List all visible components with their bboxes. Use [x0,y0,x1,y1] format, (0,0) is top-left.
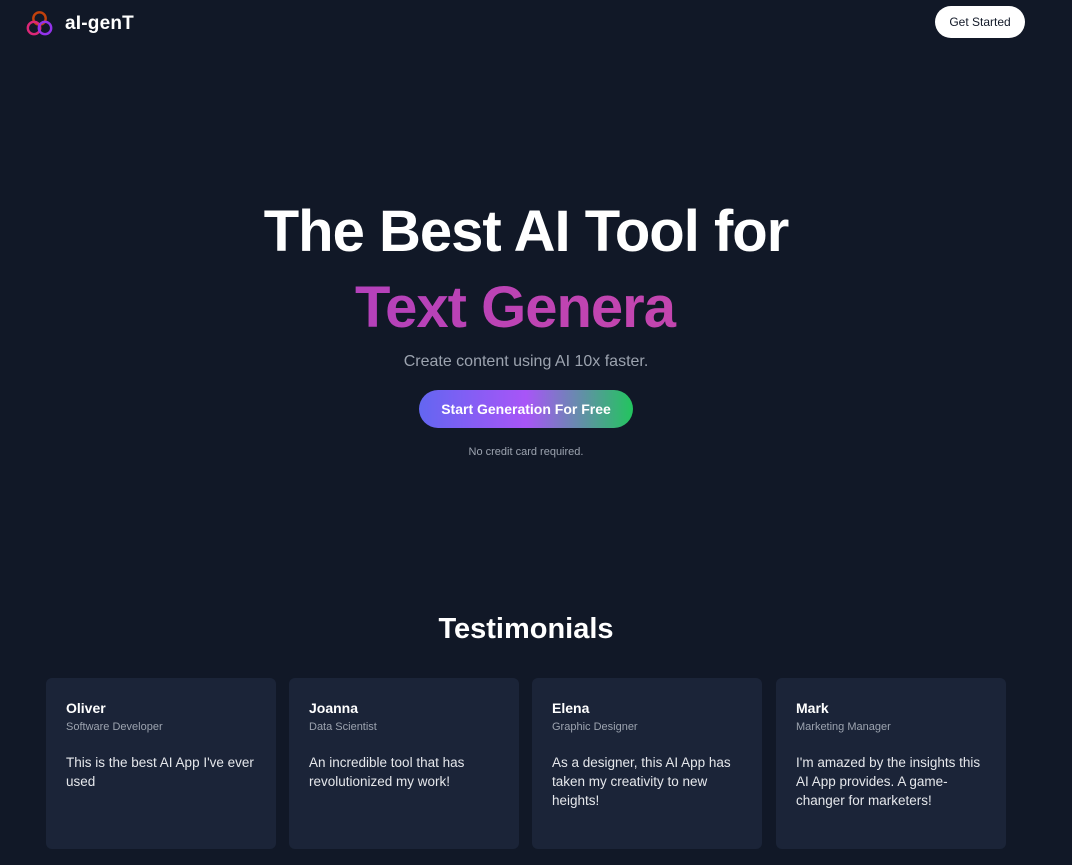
brand-name: aI-genT [65,12,134,34]
top-nav: aI-genT Get Started [0,0,1072,44]
testimonial-name: Elena [552,700,590,716]
testimonial-quote: This is the best AI App I've ever used [66,755,254,789]
testimonial-card: Elena Graphic Designer As a designer, th… [532,678,762,849]
testimonial-name: Oliver [66,700,106,716]
testimonial-name: Joanna [309,700,359,716]
testimonial-name: Mark [796,700,829,716]
testimonials-heading: Testimonials [438,613,614,645]
interlocking-rings-icon [26,11,53,36]
testimonial-card: Oliver Software Developer This is the be… [46,678,276,849]
brand-logo[interactable]: aI-genT [26,10,134,37]
hero-title: The Best AI Tool for [263,199,790,264]
testimonial-card: Mark Marketing Manager I'm amazed by the… [776,678,1006,849]
testimonial-quote: As a designer, this AI App has taken my … [552,755,731,808]
hero-typed-text: Text Genera [0,272,1030,344]
testimonial-role: Data Scientist [309,721,377,733]
testimonial-role: Marketing Manager [796,721,891,733]
testimonial-quote: I'm amazed by the insights this AI App p… [796,755,981,808]
testimonial-cards: Oliver Software Developer This is the be… [46,678,1006,849]
hero-subtitle: Create content using AI 10x faster. [403,353,649,370]
testimonial-role: Graphic Designer [552,721,638,733]
get-started-button[interactable]: Get Started [935,6,1025,38]
testimonial-role: Software Developer [66,721,163,733]
start-generation-button[interactable]: Start Generation For Free [419,390,633,428]
no-credit-card-note: No credit card required. [468,446,584,458]
testimonial-card: Joanna Data Scientist An incredible tool… [289,678,519,849]
testimonial-quote: An incredible tool that has revolutioniz… [309,755,465,789]
